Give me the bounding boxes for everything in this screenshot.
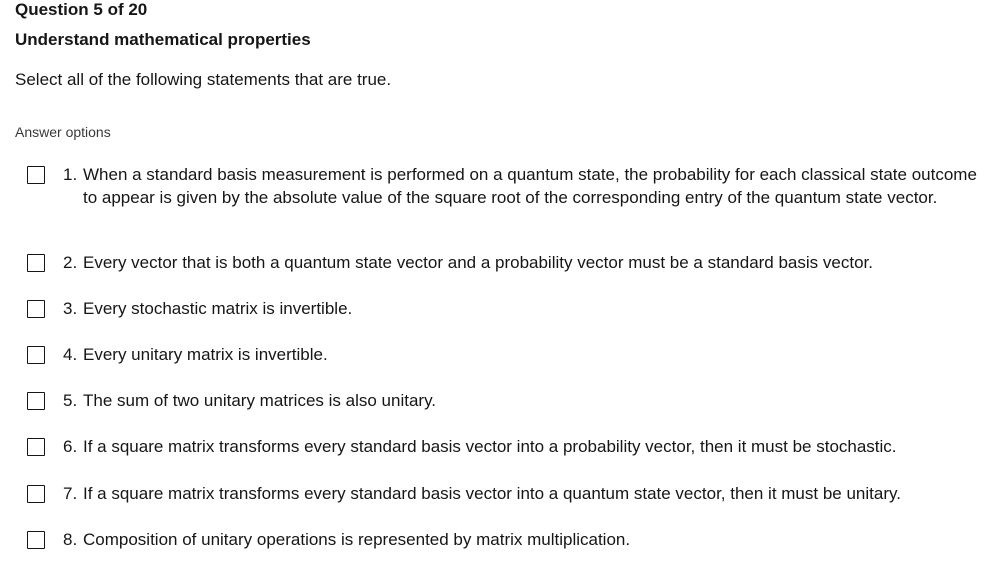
option-number: 8. — [63, 530, 78, 549]
checkbox[interactable] — [27, 531, 45, 549]
option-number: 4. — [63, 345, 78, 364]
option-text: The sum of two unitary matrices is also … — [83, 391, 437, 410]
option-text: Every vector that is both a quantum stat… — [83, 253, 873, 272]
question-title: Understand mathematical properties — [15, 30, 311, 49]
question-counter: Question 5 of 20 — [15, 0, 148, 19]
option-number: 1. — [63, 165, 78, 184]
checkbox[interactable] — [27, 300, 45, 318]
checkbox[interactable] — [27, 485, 45, 503]
option-text: When a standard basis measurement is per… — [83, 165, 977, 207]
option-number: 2. — [63, 253, 78, 272]
answer-options-label: Answer options — [15, 124, 111, 140]
checkbox[interactable] — [27, 346, 45, 364]
option-text: Every stochastic matrix is invertible. — [83, 299, 353, 318]
option-number: 6. — [63, 437, 78, 456]
checkbox[interactable] — [27, 438, 45, 456]
checkbox[interactable] — [27, 166, 45, 184]
checkbox[interactable] — [27, 392, 45, 410]
option-number: 3. — [63, 299, 78, 318]
option-number: 5. — [63, 391, 78, 410]
option-text: If a square matrix transforms every stan… — [83, 484, 901, 503]
option-text: If a square matrix transforms every stan… — [83, 437, 897, 456]
option-number: 7. — [63, 484, 78, 503]
checkbox[interactable] — [27, 254, 45, 272]
option-text: Every unitary matrix is invertible. — [83, 345, 328, 364]
option-text: Composition of unitary operations is rep… — [83, 530, 631, 549]
question-prompt: Select all of the following statements t… — [15, 70, 392, 89]
